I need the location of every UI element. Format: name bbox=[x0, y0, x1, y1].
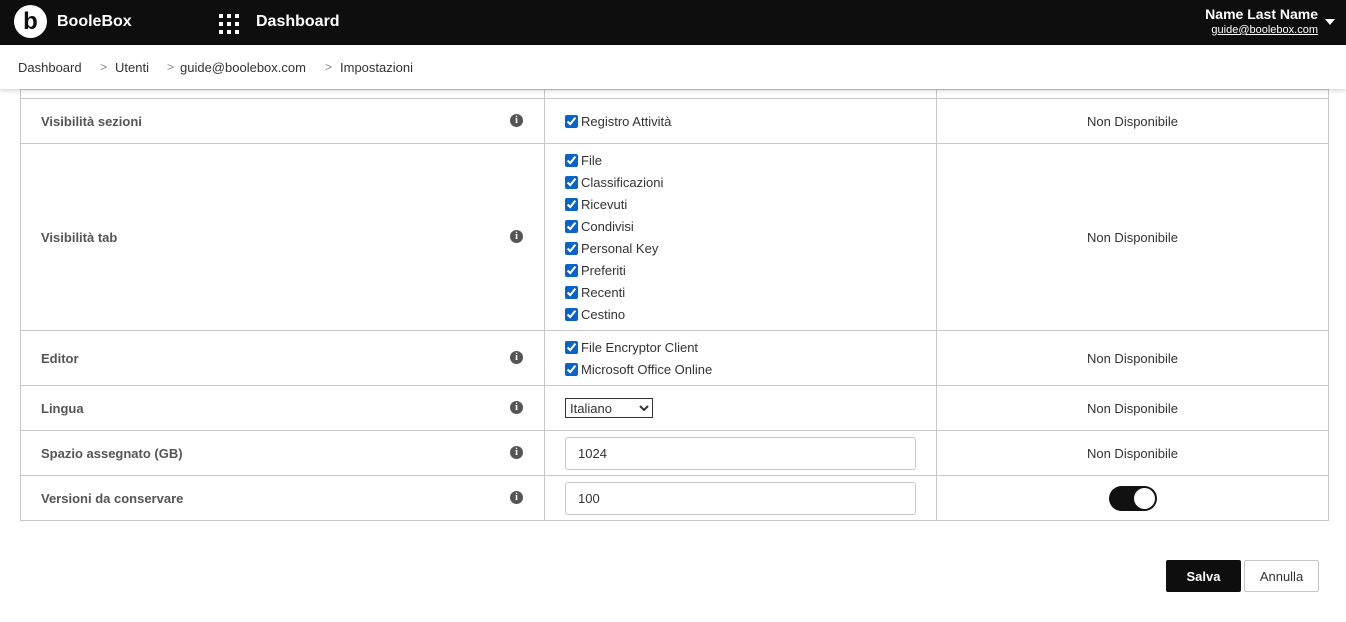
checkbox-file[interactable]: File bbox=[565, 149, 936, 171]
save-button[interactable]: Salva bbox=[1166, 560, 1241, 592]
info-icon[interactable]: i bbox=[510, 230, 523, 243]
row-language: Lingua i Italiano Non Disponibile bbox=[20, 385, 1329, 431]
checkbox-registro-attivita[interactable]: Registro Attività bbox=[565, 110, 936, 132]
checkbox-file-encryptor-client[interactable]: File Encryptor Client bbox=[565, 336, 936, 358]
top-bar: b BooleBox Dashboard Name Last Name guid… bbox=[0, 0, 1346, 45]
row-label: Lingua bbox=[41, 400, 84, 416]
versions-toggle[interactable] bbox=[1108, 485, 1157, 511]
user-email-link[interactable]: guide@boolebox.com bbox=[1211, 24, 1318, 36]
breadcrumb-impostazioni: Impostazioni bbox=[340, 60, 413, 75]
breadcrumb: Dashboard > Utenti > guide@boolebox.com … bbox=[0, 45, 1346, 89]
row-label: Visibilità tab bbox=[41, 229, 118, 245]
checkbox-preferiti[interactable]: Preferiti bbox=[565, 259, 936, 281]
row-assigned-space: Spazio assegnato (GB) i Non Disponibile bbox=[20, 430, 1329, 476]
checkbox-recenti[interactable]: Recenti bbox=[565, 281, 936, 303]
cancel-button[interactable]: Annulla bbox=[1244, 560, 1319, 592]
row-label: Spazio assegnato (GB) bbox=[41, 445, 183, 461]
availability-status: Non Disponibile bbox=[936, 385, 1329, 431]
table-row-partial bbox=[20, 89, 1329, 99]
availability-status: Non Disponibile bbox=[936, 430, 1329, 476]
user-name[interactable]: Name Last Name bbox=[1205, 6, 1318, 22]
row-section-visibility: Visibilità sezioni i Registro Attività N… bbox=[20, 98, 1329, 144]
availability-status: Non Disponibile bbox=[936, 143, 1329, 331]
logo-letter: b bbox=[23, 8, 38, 35]
breadcrumb-dashboard[interactable]: Dashboard bbox=[18, 60, 82, 75]
apps-grid-icon[interactable] bbox=[219, 14, 239, 34]
checkbox-ricevuti[interactable]: Ricevuti bbox=[565, 193, 936, 215]
checkbox-condivisi[interactable]: Condivisi bbox=[565, 215, 936, 237]
availability-status: Non Disponibile bbox=[936, 98, 1329, 144]
info-icon[interactable]: i bbox=[510, 114, 523, 127]
checkbox-classificazioni[interactable]: Classificazioni bbox=[565, 171, 936, 193]
breadcrumb-separator: > bbox=[100, 60, 108, 74]
info-icon[interactable]: i bbox=[510, 401, 523, 414]
row-editor: Editor i File Encryptor Client Microsoft… bbox=[20, 330, 1329, 386]
checkbox-cestino[interactable]: Cestino bbox=[565, 303, 936, 325]
row-label: Visibilità sezioni bbox=[41, 113, 142, 129]
boolebox-logo-icon[interactable]: b bbox=[14, 5, 47, 38]
breadcrumb-user-email[interactable]: guide@boolebox.com bbox=[180, 60, 306, 75]
info-icon[interactable]: i bbox=[510, 446, 523, 459]
toggle-knob bbox=[1133, 487, 1155, 509]
info-icon[interactable]: i bbox=[510, 491, 523, 504]
brand-name[interactable]: BooleBox bbox=[57, 13, 132, 31]
row-label: Editor bbox=[41, 350, 79, 366]
versions-input[interactable] bbox=[565, 481, 916, 515]
breadcrumb-separator: > bbox=[325, 60, 333, 74]
breadcrumb-utenti[interactable]: Utenti bbox=[115, 60, 149, 75]
nav-title[interactable]: Dashboard bbox=[256, 13, 340, 31]
row-versions: Versioni da conservare i bbox=[20, 475, 1329, 521]
chevron-down-icon[interactable] bbox=[1325, 19, 1335, 25]
checkbox-personal-key[interactable]: Personal Key bbox=[565, 237, 936, 259]
checkbox-microsoft-office-online[interactable]: Microsoft Office Online bbox=[565, 358, 936, 380]
row-label: Versioni da conservare bbox=[41, 490, 184, 506]
info-icon[interactable]: i bbox=[510, 351, 523, 364]
assigned-space-input[interactable] bbox=[565, 436, 916, 470]
language-select[interactable]: Italiano bbox=[565, 398, 653, 418]
settings-table: Visibilità sezioni i Registro Attività N… bbox=[20, 89, 1329, 521]
availability-status: Non Disponibile bbox=[936, 330, 1329, 386]
row-tab-visibility: Visibilità tab i File Classificazioni Ri… bbox=[20, 143, 1329, 331]
breadcrumb-separator: > bbox=[167, 60, 175, 74]
